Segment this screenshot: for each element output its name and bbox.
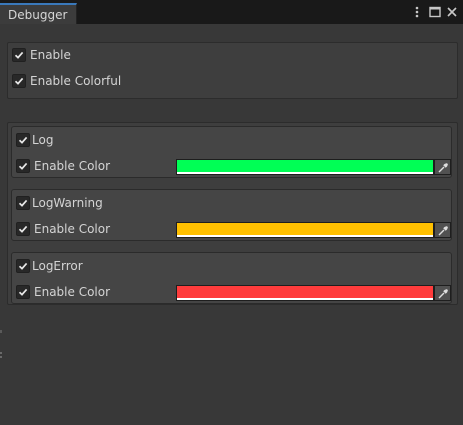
enable-colorful-checkbox[interactable] bbox=[12, 74, 26, 88]
checkmark-icon bbox=[18, 162, 28, 170]
window-resize-handle[interactable] bbox=[0, 330, 2, 360]
logwarning-color-swatch bbox=[177, 223, 433, 235]
logwarning-color-field[interactable] bbox=[176, 222, 434, 238]
log-checkbox[interactable] bbox=[16, 133, 30, 147]
logerror-enable-color-row: Enable Color bbox=[12, 282, 451, 302]
checkmark-icon bbox=[14, 77, 24, 85]
checkmark-icon bbox=[18, 136, 28, 144]
logerror-checkbox[interactable] bbox=[16, 259, 30, 273]
logwarning-group: LogWarning Enable Color bbox=[11, 189, 452, 241]
logerror-enable-color-checkbox[interactable] bbox=[16, 285, 30, 299]
checkmark-icon bbox=[14, 51, 24, 59]
logwarning-enable-color-label: Enable Color bbox=[34, 222, 111, 236]
enable-toggle[interactable]: Enable bbox=[8, 45, 457, 65]
tab-debugger[interactable]: Debugger bbox=[0, 3, 77, 24]
checkmark-icon bbox=[18, 262, 28, 270]
logwarning-enable-color-checkbox[interactable] bbox=[16, 222, 30, 236]
logwarning-enable-color-row: Enable Color bbox=[12, 219, 451, 239]
eyedropper-icon[interactable] bbox=[434, 285, 451, 301]
logerror-group: LogError Enable Color bbox=[11, 252, 452, 304]
log-toggle[interactable]: Log bbox=[12, 130, 451, 150]
log-enable-color-checkbox[interactable] bbox=[16, 159, 30, 173]
logwarning-title: LogWarning bbox=[32, 196, 103, 210]
enable-label: Enable bbox=[30, 48, 71, 62]
enable-colorful-label: Enable Colorful bbox=[30, 74, 122, 88]
logwarning-checkbox[interactable] bbox=[16, 196, 30, 210]
checkmark-icon bbox=[18, 199, 28, 207]
logwarning-toggle[interactable]: LogWarning bbox=[12, 193, 451, 213]
eyedropper-icon[interactable] bbox=[434, 222, 451, 238]
logerror-enable-color-label: Enable Color bbox=[34, 285, 111, 299]
logerror-color-field[interactable] bbox=[176, 285, 434, 301]
log-enable-color-row: Enable Color bbox=[12, 156, 451, 176]
log-title: Log bbox=[32, 133, 54, 147]
enable-colorful-toggle[interactable]: Enable Colorful bbox=[8, 71, 457, 91]
log-group: Log Enable Color bbox=[11, 126, 452, 178]
checkmark-icon bbox=[18, 225, 28, 233]
tab-bar: Debugger bbox=[0, 0, 463, 24]
general-settings-panel: Enable Enable Colorful bbox=[7, 42, 458, 99]
tab-title: Debugger bbox=[8, 8, 68, 22]
inspector-content: Enable Enable Colorful Log Enable Color bbox=[2, 24, 461, 423]
log-color-swatch bbox=[177, 160, 433, 172]
enable-checkbox[interactable] bbox=[12, 48, 26, 62]
logerror-title: LogError bbox=[32, 259, 83, 273]
maximize-icon[interactable] bbox=[428, 5, 442, 19]
logerror-toggle[interactable]: LogError bbox=[12, 256, 451, 276]
close-icon[interactable] bbox=[445, 5, 459, 19]
log-enable-color-label: Enable Color bbox=[34, 159, 111, 173]
checkmark-icon bbox=[18, 288, 28, 296]
logerror-color-swatch bbox=[177, 286, 433, 298]
more-vert-icon[interactable] bbox=[410, 5, 424, 19]
log-color-field[interactable] bbox=[176, 159, 434, 175]
eyedropper-icon[interactable] bbox=[434, 159, 451, 175]
log-settings-panel: Log Enable Color LogWarning Enable Color… bbox=[7, 122, 458, 305]
